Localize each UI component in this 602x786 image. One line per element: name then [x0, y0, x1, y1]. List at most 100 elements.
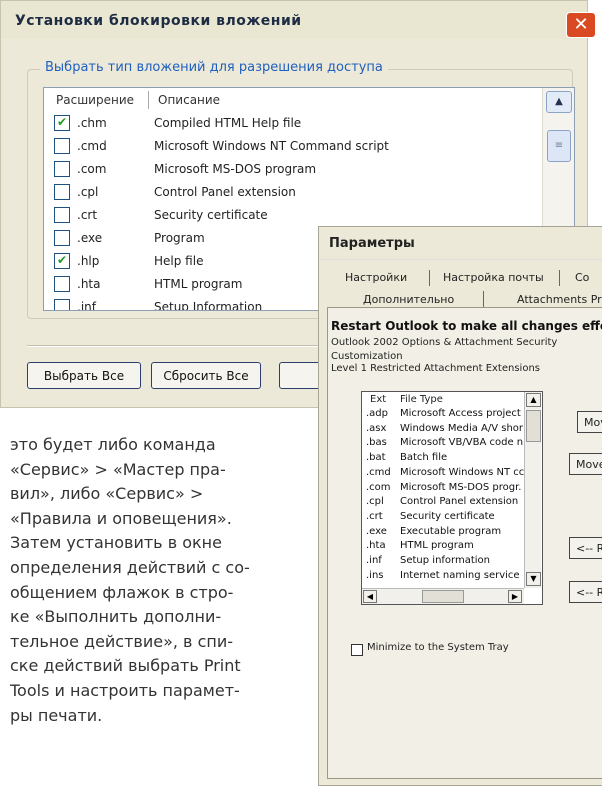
list-item[interactable]: .crt Security certificate	[44, 204, 542, 227]
extension-checkbox[interactable]	[54, 299, 70, 310]
extension-checkbox[interactable]	[54, 161, 70, 177]
list-item[interactable]: .hta HTML program	[362, 540, 522, 552]
tab-other[interactable]: Co	[575, 271, 589, 291]
scroll-up-icon[interactable]: ▲	[546, 91, 572, 113]
article-text: это будет либо команда «Сервис» > «Масте…	[10, 433, 300, 728]
list-item[interactable]: .bas Microsoft VB/VBA code n	[362, 437, 523, 449]
extension-description: Setup Information	[154, 300, 263, 311]
minimize-checkbox[interactable]	[351, 644, 363, 656]
file-type-label: Control Panel extension	[400, 496, 519, 508]
list-item[interactable]: .cmd Microsoft Windows NT cc	[362, 466, 525, 479]
group-label: Выбрать тип вложений для разрешения дост…	[40, 60, 388, 75]
extension-checkbox[interactable]: ✔	[54, 253, 70, 269]
article-line: определения действий с со-	[10, 557, 250, 577]
list-item[interactable]: .cpl Control Panel extension	[44, 181, 542, 204]
extension-label: .ins	[366, 569, 384, 581]
extension-label: .crt	[366, 510, 383, 522]
extension-label: .inf	[366, 555, 382, 566]
horizontal-scrollbar[interactable]: ◀ ▶	[362, 588, 524, 604]
scroll-thumb[interactable]	[526, 410, 541, 442]
extension-checkbox[interactable]	[54, 276, 70, 292]
file-type-label: Microsoft Windows NT cc	[400, 466, 525, 478]
column-header-file-type[interactable]: File Type	[400, 394, 443, 405]
extension-label: .com	[77, 162, 107, 176]
extension-description: Microsoft Windows NT Command script	[154, 139, 389, 153]
list-item[interactable]: .exe Executable program	[362, 526, 522, 538]
list-item[interactable]: .ins Internet naming service	[362, 570, 522, 582]
extension-label: .hlp	[77, 254, 100, 268]
extension-description: Control Panel extension	[154, 185, 296, 199]
column-header-ext[interactable]: Ext	[370, 394, 386, 405]
extension-checkbox[interactable]: ✔	[54, 115, 70, 131]
column-header-extension[interactable]: Расширение	[56, 93, 134, 107]
reset-all-button[interactable]: Сбросить Все	[151, 362, 261, 389]
restricted-extension-list[interactable]: Ext File Type .adp Microsoft Access proje…	[361, 391, 543, 605]
extension-label: .cpl	[77, 185, 99, 199]
article-line: общением флажок в стро-	[10, 582, 234, 602]
column-header-description[interactable]: Описание	[158, 93, 220, 107]
dialog-title: Параметры	[329, 236, 415, 251]
article-line: ке «Выполнить дополни-	[10, 607, 222, 627]
list-item[interactable]: .com Microsoft MS-DOS progr.	[362, 482, 522, 494]
article-line: «Правила и оповещения».	[10, 508, 232, 528]
column-divider	[148, 91, 149, 109]
parameters-dialog: Параметры Настройки Настройка почты Co Д…	[318, 226, 602, 786]
extension-label: .hta	[77, 277, 101, 291]
close-icon[interactable]: ✕	[566, 12, 596, 38]
tab-settings[interactable]: Настройки	[345, 271, 407, 291]
extension-checkbox[interactable]	[54, 138, 70, 154]
tab-mail-settings[interactable]: Настройка почты	[443, 271, 544, 291]
partial-button[interactable]	[279, 362, 321, 389]
article-line: «Сервис» > «Мастер пра-	[10, 459, 226, 479]
list-item[interactable]: .bat Batch file	[362, 452, 522, 464]
article-line: тельное действие», в спи-	[10, 631, 233, 651]
list-item[interactable]: .cmd Microsoft Windows NT Command script	[44, 135, 542, 158]
file-type-label: HTML program	[400, 540, 474, 552]
scroll-thumb-horizontal[interactable]	[422, 590, 464, 603]
list-item[interactable]: .asx Windows Media A/V shor	[362, 422, 524, 435]
extension-description: Microsoft MS-DOS program	[154, 162, 317, 176]
level-line: Level 1 Restricted Attachment Extensions	[331, 363, 540, 374]
extension-checkbox[interactable]	[54, 184, 70, 200]
extension-label: .cpl	[366, 496, 384, 508]
article-line: вил», либо «Сервис» >	[10, 484, 204, 504]
extension-description: HTML program	[154, 277, 243, 291]
scroll-right-icon[interactable]: ▶	[508, 590, 522, 603]
dialog-titlebar: Установки блокировки вложений	[1, 1, 587, 39]
extension-description: Help file	[154, 254, 204, 268]
move-back-button[interactable]: <-- R	[569, 537, 602, 559]
extension-label: .cmd	[366, 466, 391, 478]
options-line: Outlook 2002 Options & Attachment Securi…	[331, 337, 558, 348]
list-item[interactable]: .cpl Control Panel extension	[362, 496, 522, 508]
list-item[interactable]: .com Microsoft MS-DOS program	[44, 158, 542, 181]
list-item[interactable]: .adp Microsoft Access project	[362, 408, 522, 420]
minimize-label: Minimize to the System Tray	[367, 642, 509, 653]
extension-checkbox[interactable]	[54, 207, 70, 223]
extension-label: .bat	[366, 452, 386, 464]
article-line: ске действий выбрать Print	[10, 656, 241, 676]
move-button-2[interactable]: Move	[569, 453, 602, 475]
scroll-down-icon[interactable]: ▼	[526, 572, 541, 586]
scroll-thumb[interactable]: ≡	[547, 130, 571, 162]
scroll-left-icon[interactable]: ◀	[363, 590, 377, 603]
dialog-title: Установки блокировки вложений	[15, 13, 302, 29]
file-type-label: Windows Media A/V shor	[400, 422, 524, 434]
restart-notice: Restart Outlook to make all changes effe…	[331, 319, 602, 333]
move-back-button-2[interactable]: <-- Re	[569, 581, 602, 603]
file-type-label: Internet naming service	[400, 569, 520, 581]
extension-checkbox[interactable]	[54, 230, 70, 246]
file-type-label: Microsoft Access project	[400, 408, 521, 419]
article-line: ры печати.	[10, 705, 103, 725]
extension-label: .com	[366, 481, 391, 493]
extension-label: .chm	[77, 116, 107, 130]
vertical-scrollbar[interactable]: ▲ ▼	[524, 392, 541, 588]
scroll-up-icon[interactable]: ▲	[526, 393, 541, 407]
move-button[interactable]: Mov	[577, 411, 602, 433]
list-item[interactable]: .crt Security certificate	[362, 511, 522, 523]
list-item[interactable]: .inf Setup information	[362, 555, 522, 567]
select-all-button[interactable]: Выбрать Все	[27, 362, 141, 389]
extension-label: .exe	[366, 525, 387, 537]
extension-label: .exe	[77, 231, 103, 245]
list-item[interactable]: ✔ .chm Compiled HTML Help file	[44, 112, 542, 135]
extension-label: .crt	[77, 208, 98, 222]
